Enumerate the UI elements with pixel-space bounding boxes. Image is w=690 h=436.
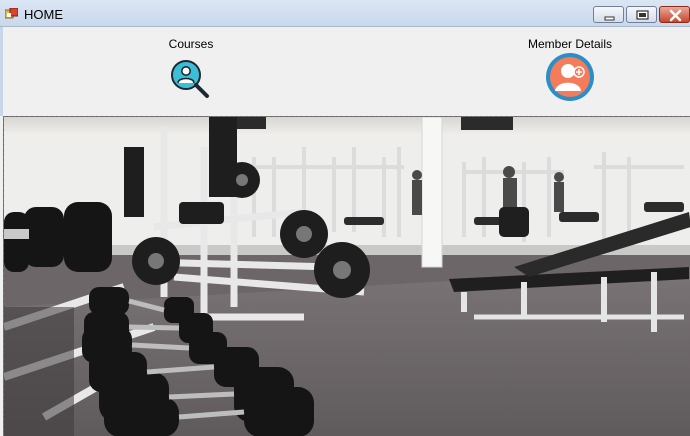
minimize-icon bbox=[604, 16, 615, 21]
gym-interior-photo bbox=[3, 116, 690, 436]
header-panel: Courses Member Details bbox=[0, 27, 690, 116]
maximize-button[interactable] bbox=[626, 6, 657, 23]
courses-button[interactable]: Courses bbox=[155, 37, 227, 98]
minimize-button[interactable] bbox=[593, 6, 624, 23]
member-details-label: Member Details bbox=[527, 37, 613, 51]
window-title-bar[interactable]: HOME bbox=[0, 0, 690, 27]
close-button[interactable] bbox=[659, 6, 690, 23]
courses-label: Courses bbox=[168, 37, 214, 51]
gym-photo-illustration bbox=[4, 117, 690, 436]
maximize-icon bbox=[636, 10, 649, 20]
user-search-icon bbox=[171, 60, 209, 98]
member-details-button[interactable]: Member Details bbox=[513, 37, 627, 101]
app-form-icon bbox=[5, 8, 18, 19]
window-title: HOME bbox=[24, 7, 63, 22]
close-icon bbox=[669, 9, 682, 22]
add-user-avatar-icon bbox=[546, 53, 594, 101]
